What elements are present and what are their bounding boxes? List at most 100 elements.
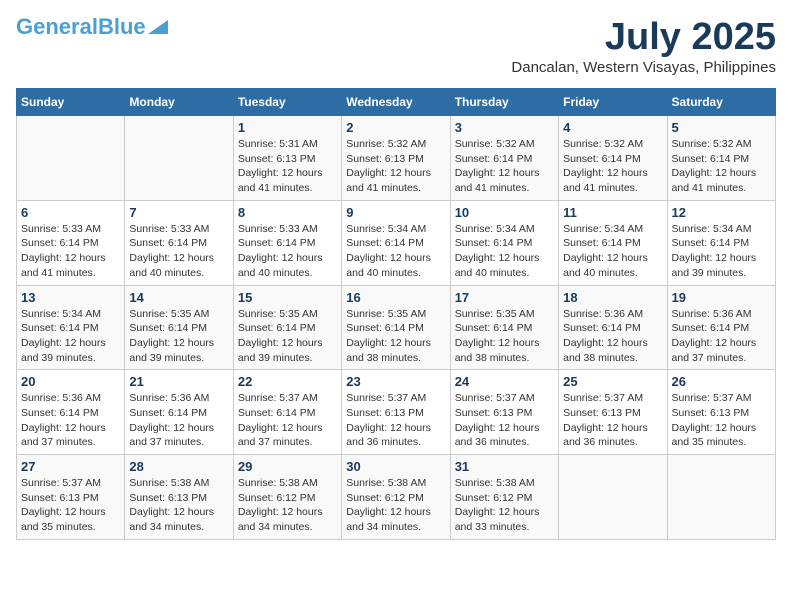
col-saturday: Saturday bbox=[667, 89, 775, 116]
day-number: 7 bbox=[129, 205, 228, 220]
month-title: July 2025 bbox=[511, 16, 776, 59]
day-cell bbox=[667, 455, 775, 540]
day-info: Sunrise: 5:36 AMSunset: 6:14 PMDaylight:… bbox=[129, 392, 214, 448]
week-row-2: 6 Sunrise: 5:33 AMSunset: 6:14 PMDaylight… bbox=[17, 200, 776, 285]
day-number: 16 bbox=[346, 290, 445, 305]
day-cell: 25 Sunrise: 5:37 AMSunset: 6:13 PMDayligh… bbox=[559, 370, 667, 455]
day-number: 22 bbox=[238, 374, 337, 389]
day-number: 2 bbox=[346, 120, 445, 135]
day-info: Sunrise: 5:37 AMSunset: 6:13 PMDaylight:… bbox=[455, 392, 540, 448]
day-number: 18 bbox=[563, 290, 662, 305]
day-cell: 19 Sunrise: 5:36 AMSunset: 6:14 PMDayligh… bbox=[667, 285, 775, 370]
day-number: 31 bbox=[455, 459, 554, 474]
day-info: Sunrise: 5:35 AMSunset: 6:14 PMDaylight:… bbox=[346, 308, 431, 364]
week-row-1: 1Sunrise: 5:31 AMSunset: 6:13 PMDaylight… bbox=[17, 116, 776, 201]
day-info: Sunrise: 5:38 AMSunset: 6:13 PMDaylight:… bbox=[129, 477, 214, 533]
day-number: 14 bbox=[129, 290, 228, 305]
day-cell: 16 Sunrise: 5:35 AMSunset: 6:14 PMDayligh… bbox=[342, 285, 450, 370]
day-cell: 1Sunrise: 5:31 AMSunset: 6:13 PMDaylight… bbox=[233, 116, 341, 201]
day-number: 5 bbox=[672, 120, 771, 135]
day-cell: 30 Sunrise: 5:38 AMSunset: 6:12 PMDayligh… bbox=[342, 455, 450, 540]
day-cell: 17 Sunrise: 5:35 AMSunset: 6:14 PMDayligh… bbox=[450, 285, 558, 370]
day-info: Sunrise: 5:38 AMSunset: 6:12 PMDaylight:… bbox=[455, 477, 540, 533]
day-cell: 20Sunrise: 5:36 AMSunset: 6:14 PMDayligh… bbox=[17, 370, 125, 455]
day-cell: 15Sunrise: 5:35 AMSunset: 6:14 PMDayligh… bbox=[233, 285, 341, 370]
day-cell: 22 Sunrise: 5:37 AMSunset: 6:14 PMDayligh… bbox=[233, 370, 341, 455]
day-cell: 27 Sunrise: 5:37 AMSunset: 6:13 PMDayligh… bbox=[17, 455, 125, 540]
week-row-3: 13Sunrise: 5:34 AMSunset: 6:14 PMDayligh… bbox=[17, 285, 776, 370]
day-number: 19 bbox=[672, 290, 771, 305]
day-info: Sunrise: 5:34 AMSunset: 6:14 PMDaylight:… bbox=[21, 308, 106, 364]
day-number: 9 bbox=[346, 205, 445, 220]
day-info: Sunrise: 5:36 AMSunset: 6:14 PMDaylight:… bbox=[563, 308, 648, 364]
day-info: Sunrise: 5:35 AMSunset: 6:14 PMDaylight:… bbox=[129, 308, 214, 364]
day-cell: 26 Sunrise: 5:37 AMSunset: 6:13 PMDayligh… bbox=[667, 370, 775, 455]
day-info: Sunrise: 5:32 AMSunset: 6:13 PMDaylight:… bbox=[346, 138, 431, 194]
week-row-4: 20Sunrise: 5:36 AMSunset: 6:14 PMDayligh… bbox=[17, 370, 776, 455]
day-info: Sunrise: 5:34 AMSunset: 6:14 PMDaylight:… bbox=[563, 223, 648, 279]
day-cell: 31 Sunrise: 5:38 AMSunset: 6:12 PMDayligh… bbox=[450, 455, 558, 540]
day-cell: 7 Sunrise: 5:33 AMSunset: 6:14 PMDaylight… bbox=[125, 200, 233, 285]
day-cell: 12 Sunrise: 5:34 AMSunset: 6:14 PMDayligh… bbox=[667, 200, 775, 285]
day-number: 8 bbox=[238, 205, 337, 220]
day-info: Sunrise: 5:34 AMSunset: 6:14 PMDaylight:… bbox=[455, 223, 540, 279]
day-cell: 23Sunrise: 5:37 AMSunset: 6:13 PMDayligh… bbox=[342, 370, 450, 455]
col-tuesday: Tuesday bbox=[233, 89, 341, 116]
day-number: 10 bbox=[455, 205, 554, 220]
logo-general: General bbox=[16, 14, 98, 39]
day-cell: 10 Sunrise: 5:34 AMSunset: 6:14 PMDayligh… bbox=[450, 200, 558, 285]
day-number: 26 bbox=[672, 374, 771, 389]
day-cell: 28 Sunrise: 5:38 AMSunset: 6:13 PMDayligh… bbox=[125, 455, 233, 540]
day-cell: 21 Sunrise: 5:36 AMSunset: 6:14 PMDayligh… bbox=[125, 370, 233, 455]
day-number: 28 bbox=[129, 459, 228, 474]
day-info: Sunrise: 5:33 AMSunset: 6:14 PMDaylight:… bbox=[129, 223, 214, 279]
day-cell: 2 Sunrise: 5:32 AMSunset: 6:13 PMDaylight… bbox=[342, 116, 450, 201]
header-row: Sunday Monday Tuesday Wednesday Thursday… bbox=[17, 89, 776, 116]
day-number: 30 bbox=[346, 459, 445, 474]
day-cell: 5 Sunrise: 5:32 AMSunset: 6:14 PMDaylight… bbox=[667, 116, 775, 201]
day-number: 12 bbox=[672, 205, 771, 220]
day-info: Sunrise: 5:37 AMSunset: 6:13 PMDaylight:… bbox=[21, 477, 106, 533]
day-cell: 14 Sunrise: 5:35 AMSunset: 6:14 PMDayligh… bbox=[125, 285, 233, 370]
calendar-table: Sunday Monday Tuesday Wednesday Thursday… bbox=[16, 88, 776, 540]
day-info: Sunrise: 5:38 AMSunset: 6:12 PMDaylight:… bbox=[346, 477, 431, 533]
day-cell: 6 Sunrise: 5:33 AMSunset: 6:14 PMDaylight… bbox=[17, 200, 125, 285]
col-monday: Monday bbox=[125, 89, 233, 116]
day-info: Sunrise: 5:34 AMSunset: 6:14 PMDaylight:… bbox=[672, 223, 757, 279]
day-info: Sunrise: 5:33 AMSunset: 6:14 PMDaylight:… bbox=[21, 223, 106, 279]
day-info: Sunrise: 5:33 AMSunset: 6:14 PMDaylight:… bbox=[238, 223, 323, 279]
day-cell: 29Sunrise: 5:38 AMSunset: 6:12 PMDayligh… bbox=[233, 455, 341, 540]
day-info: Sunrise: 5:36 AMSunset: 6:14 PMDaylight:… bbox=[21, 392, 106, 448]
location-title: Dancalan, Western Visayas, Philippines bbox=[511, 59, 776, 76]
day-info: Sunrise: 5:36 AMSunset: 6:14 PMDaylight:… bbox=[672, 308, 757, 364]
col-sunday: Sunday bbox=[17, 89, 125, 116]
day-number: 23 bbox=[346, 374, 445, 389]
day-cell: 24 Sunrise: 5:37 AMSunset: 6:13 PMDayligh… bbox=[450, 370, 558, 455]
day-number: 17 bbox=[455, 290, 554, 305]
day-number: 3 bbox=[455, 120, 554, 135]
day-info: Sunrise: 5:37 AMSunset: 6:13 PMDaylight:… bbox=[672, 392, 757, 448]
day-info: Sunrise: 5:35 AMSunset: 6:14 PMDaylight:… bbox=[455, 308, 540, 364]
day-info: Sunrise: 5:32 AMSunset: 6:14 PMDaylight:… bbox=[563, 138, 648, 194]
day-number: 24 bbox=[455, 374, 554, 389]
col-thursday: Thursday bbox=[450, 89, 558, 116]
day-info: Sunrise: 5:34 AMSunset: 6:14 PMDaylight:… bbox=[346, 223, 431, 279]
day-cell bbox=[559, 455, 667, 540]
day-cell: 9 Sunrise: 5:34 AMSunset: 6:14 PMDaylight… bbox=[342, 200, 450, 285]
day-cell: 3Sunrise: 5:32 AMSunset: 6:14 PMDaylight… bbox=[450, 116, 558, 201]
day-number: 27 bbox=[21, 459, 120, 474]
logo: GeneralBlue bbox=[16, 16, 168, 38]
day-cell: 8 Sunrise: 5:33 AMSunset: 6:14 PMDaylight… bbox=[233, 200, 341, 285]
day-number: 29 bbox=[238, 459, 337, 474]
page-header: GeneralBlue July 2025 Dancalan, Western … bbox=[16, 16, 776, 76]
day-number: 11 bbox=[563, 205, 662, 220]
day-cell: 13Sunrise: 5:34 AMSunset: 6:14 PMDayligh… bbox=[17, 285, 125, 370]
col-wednesday: Wednesday bbox=[342, 89, 450, 116]
day-info: Sunrise: 5:37 AMSunset: 6:13 PMDaylight:… bbox=[563, 392, 648, 448]
day-info: Sunrise: 5:32 AMSunset: 6:14 PMDaylight:… bbox=[672, 138, 757, 194]
day-number: 25 bbox=[563, 374, 662, 389]
day-number: 21 bbox=[129, 374, 228, 389]
logo-icon bbox=[148, 16, 168, 36]
day-number: 6 bbox=[21, 205, 120, 220]
day-info: Sunrise: 5:37 AMSunset: 6:14 PMDaylight:… bbox=[238, 392, 323, 448]
